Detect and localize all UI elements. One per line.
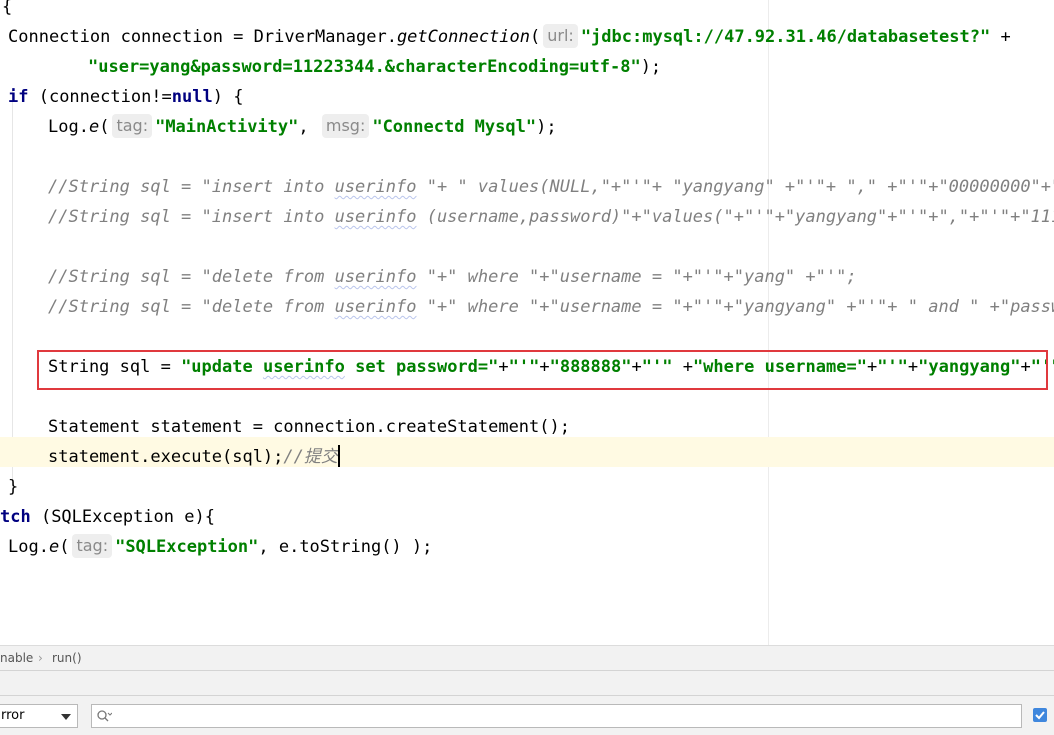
code-line-14: statement.execute(sql);//提交: [48, 445, 340, 467]
comment-line-2: //String sql = "insert into userinfo (us…: [48, 207, 1054, 227]
red-highlight-box: [37, 350, 1048, 390]
breadcrumb-separator: ›: [38, 651, 43, 665]
code-line-15: }: [8, 477, 19, 497]
log-level-dropdown[interactable]: rror: [0, 704, 78, 728]
code-line-1: Connection connection = DriverManager.ge…: [8, 24, 1011, 48]
search-input[interactable]: [91, 704, 1022, 728]
breadcrumb: nable › run(): [0, 645, 1054, 670]
code-line-3: if (connection!=null) {: [8, 87, 244, 107]
logcat-filter-bar: rror: [0, 695, 1054, 735]
comment-line-3: //String sql = "delete from userinfo "+"…: [48, 267, 857, 287]
checkmark-icon: [1035, 711, 1045, 720]
search-icon: [97, 710, 112, 722]
code-line-2: "user=yang&password=11223344.&characterE…: [88, 57, 662, 77]
log-level-value: rror: [1, 708, 25, 723]
breadcrumb-item-class[interactable]: nable: [0, 646, 33, 670]
comment-line-4: //String sql = "delete from userinfo "+"…: [48, 297, 1054, 317]
breadcrumb-item-method[interactable]: run(): [52, 646, 82, 670]
code-editor[interactable]: { Connection connection = DriverManager.…: [0, 0, 1054, 645]
right-margin-guide: [768, 0, 769, 645]
param-hint-tag: tag:: [72, 534, 113, 558]
regex-checkbox[interactable]: [1033, 708, 1047, 722]
tool-window-header: [0, 670, 1054, 695]
code-line-13: Statement statement = connection.createS…: [48, 417, 570, 437]
text-caret: [337, 445, 340, 467]
param-hint-msg: msg:: [321, 114, 370, 138]
code-line-17: Log.e(tag: "SQLException", e.toString() )…: [8, 534, 433, 558]
param-hint-tag: tag:: [112, 114, 153, 138]
param-hint-url: url:: [543, 24, 578, 48]
code-line-16: tch (SQLException e){: [0, 507, 215, 527]
code-line-0: {: [2, 0, 13, 17]
comment-line-1: //String sql = "insert into userinfo "+ …: [48, 177, 1054, 197]
chevron-down-icon: [61, 714, 71, 720]
code-line-4: Log.e(tag: "MainActivity", msg: "Connectd …: [48, 114, 557, 138]
indent-guide: [12, 90, 13, 480]
